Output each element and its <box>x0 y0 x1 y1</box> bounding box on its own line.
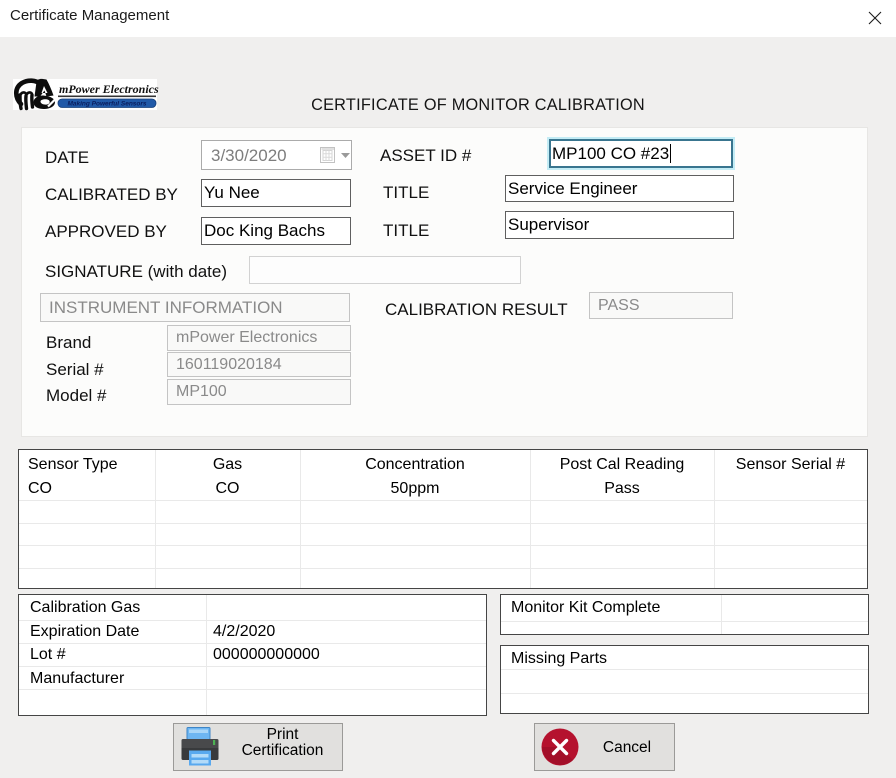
svg-text:Making Powerful Sensors: Making Powerful Sensors <box>67 101 146 108</box>
svg-text:mPower Electronics: mPower Electronics <box>59 82 159 96</box>
